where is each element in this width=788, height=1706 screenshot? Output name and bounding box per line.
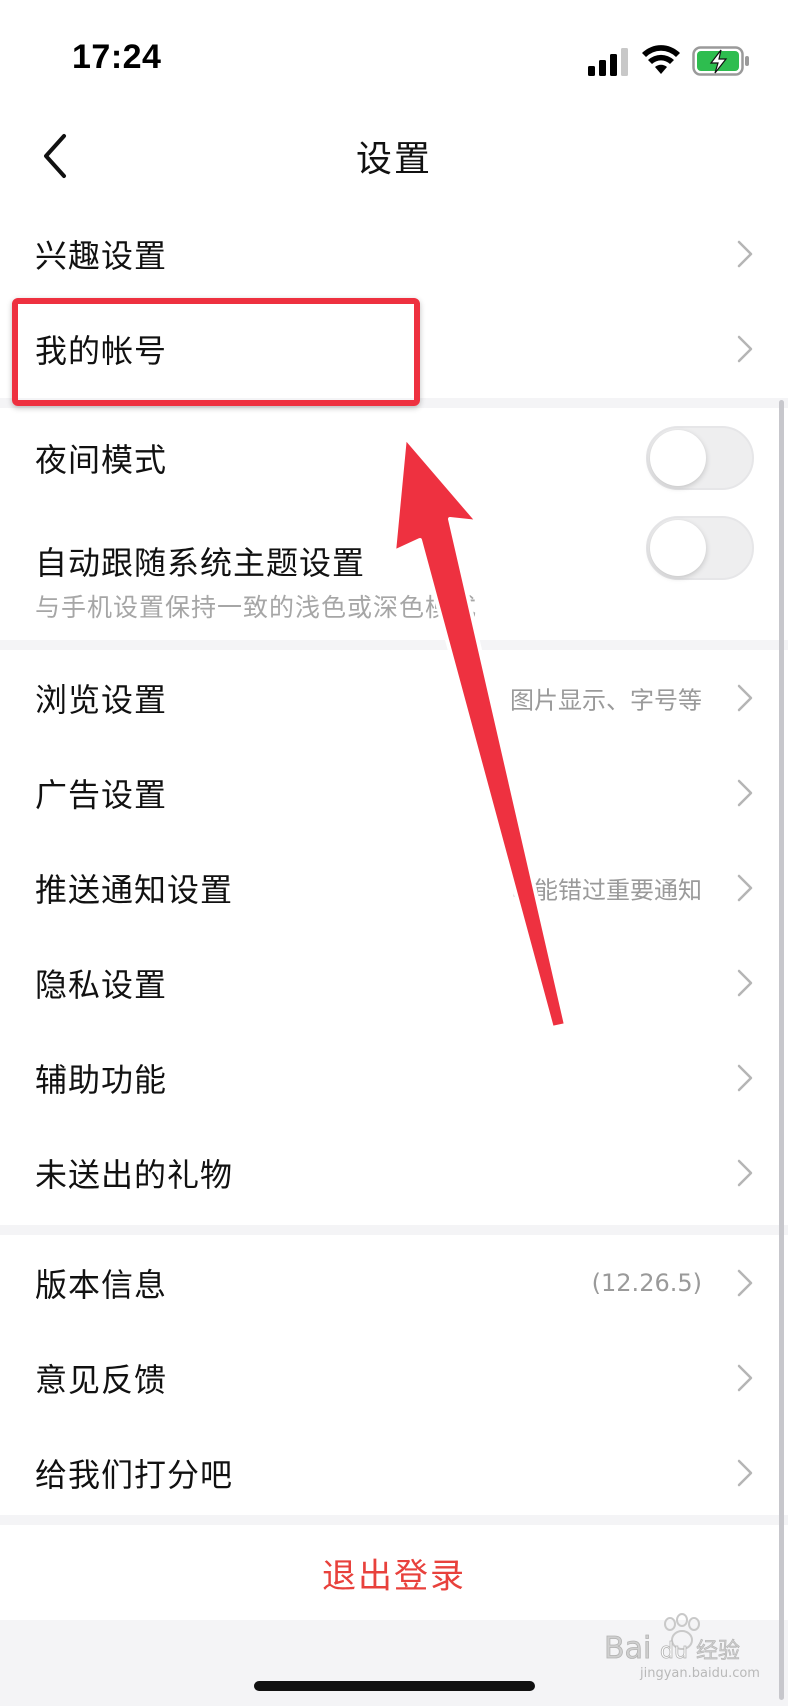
row-label: 给我们打分吧 (35, 1455, 234, 1494)
chevron-right-icon (737, 335, 753, 362)
nav-bar: 设置 (0, 110, 788, 198)
annotation-highlight-box (12, 298, 420, 406)
settings-content: 兴趣设置 我的帐号 夜间模式 自动跟随系统主题设置 与手机设置保持一致的浅色或深… (0, 198, 788, 1706)
auto-theme-toggle[interactable] (646, 516, 754, 580)
row-unsent-gifts[interactable]: 未送出的礼物 (0, 1125, 788, 1220)
row-value: 图片显示、字号等 (510, 686, 702, 714)
scroll-indicator[interactable] (779, 400, 784, 1700)
chevron-right-icon (737, 1159, 753, 1186)
chevron-right-icon (737, 1459, 753, 1486)
row-label: 浏览设置 (35, 680, 168, 719)
row-push-settings[interactable]: 推送通知设置 可能错过重要通知 (0, 840, 788, 935)
row-browse-settings[interactable]: 浏览设置 图片显示、字号等 (0, 650, 788, 745)
battery-charging-icon (692, 46, 749, 76)
row-auto-theme: 自动跟随系统主题设置 与手机设置保持一致的浅色或深色模式 (0, 508, 788, 640)
row-sublabel: 与手机设置保持一致的浅色或深色模式 (35, 593, 478, 622)
chevron-right-icon (737, 684, 753, 711)
row-rate-app[interactable]: 给我们打分吧 (0, 1425, 788, 1520)
home-indicator[interactable] (254, 1681, 535, 1691)
row-value: (12.26.5) (591, 1268, 702, 1297)
chevron-right-icon (737, 1269, 753, 1296)
section-about: 版本信息 (12.26.5) 意见反馈 给我们打分吧 (0, 1235, 788, 1515)
chevron-right-icon (737, 240, 753, 267)
row-label: 意见反馈 (35, 1360, 168, 1399)
toggle-knob (650, 520, 706, 576)
chevron-right-icon (737, 969, 753, 996)
section-logout: 退出登录 (0, 1525, 788, 1620)
row-label: 版本信息 (35, 1265, 168, 1304)
toggle-knob (650, 430, 706, 486)
row-ad-settings[interactable]: 广告设置 (0, 745, 788, 840)
page-title: 设置 (355, 139, 432, 180)
status-time: 17:24 (72, 38, 162, 76)
baidu-watermark-logo: Bai du 经验 (604, 1613, 740, 1666)
svg-text:du: du (660, 1639, 688, 1664)
row-interest-settings[interactable]: 兴趣设置 (0, 206, 788, 301)
chevron-right-icon (737, 1364, 753, 1391)
row-version-info[interactable]: 版本信息 (12.26.5) (0, 1235, 788, 1330)
svg-text:Bai: Bai (604, 1631, 651, 1666)
section-theme: 夜间模式 自动跟随系统主题设置 与手机设置保持一致的浅色或深色模式 (0, 408, 788, 640)
row-value: 可能错过重要通知 (510, 876, 702, 904)
row-privacy-settings[interactable]: 隐私设置 (0, 935, 788, 1030)
wifi-icon (642, 45, 680, 74)
row-label: 广告设置 (35, 775, 168, 814)
chevron-right-icon (737, 779, 753, 806)
signal-icon (588, 48, 628, 76)
row-label: 自动跟随系统主题设置 (35, 544, 366, 582)
row-label: 夜间模式 (35, 441, 168, 479)
row-label: 未送出的礼物 (35, 1155, 234, 1194)
row-feedback[interactable]: 意见反馈 (0, 1330, 788, 1425)
row-night-mode: 夜间模式 (0, 408, 788, 508)
row-label: 辅助功能 (35, 1060, 168, 1099)
status-bar: 17:24 (0, 0, 788, 110)
row-label: 隐私设置 (35, 965, 168, 1004)
row-label: 推送通知设置 (35, 870, 234, 909)
svg-text:经验: 经验 (696, 1639, 740, 1664)
row-accessibility[interactable]: 辅助功能 (0, 1030, 788, 1125)
row-label: 兴趣设置 (35, 236, 168, 275)
logout-label: 退出登录 (322, 1556, 466, 1596)
section-general: 浏览设置 图片显示、字号等 广告设置 推送通知设置 可能错过重要通知 隐私设置 … (0, 650, 788, 1225)
chevron-right-icon (737, 874, 753, 901)
watermark-domain: jingyan.baidu.com (640, 1666, 760, 1681)
night-mode-toggle[interactable] (646, 426, 754, 490)
logout-button[interactable]: 退出登录 (0, 1525, 788, 1620)
chevron-right-icon (737, 1064, 753, 1091)
